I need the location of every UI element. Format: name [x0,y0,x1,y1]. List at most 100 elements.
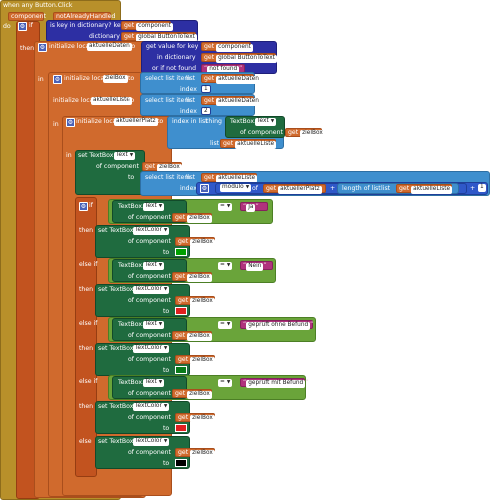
of-label: of [252,185,258,192]
else-label: else [79,438,92,445]
then-label: then [79,345,94,352]
get-zielbox[interactable]: get zielBox [175,413,215,423]
get-aktuelledaten[interactable]: get aktuelleDaten [201,74,261,84]
var-aktuelleliste[interactable]: aktuelleListe [91,97,132,105]
var-zielbox[interactable]: zielBox [103,75,128,83]
text-property[interactable]: Text ▼ [143,379,165,387]
list-label: list [186,174,196,181]
text-property[interactable]: Text ▼ [255,118,277,126]
chevron-down-icon: ▼ [226,380,231,385]
gear-icon[interactable]: ⚙ [200,184,209,193]
var-aktuelledaten[interactable]: aktuelleDaten [87,43,132,51]
get-zielbox[interactable]: get zielBox [172,213,212,223]
textcolor-property[interactable]: TextColor ▼ [133,403,170,411]
gear-icon[interactable]: ⚙ [66,118,75,127]
in-label: in [38,76,44,83]
else-if-label: else if [79,320,98,327]
index-label: index [180,86,197,93]
get-zielbox[interactable]: get zielBox [175,355,215,365]
equals-dropdown[interactable]: = ▼ [218,203,233,211]
to-label: to [163,460,170,467]
if-label: if [89,202,93,209]
get-aktuellerplatz[interactable]: get aktuellerPlatz [263,184,326,194]
do-label: do [3,23,11,30]
key-check-label: is key in dictionary? key [50,22,125,29]
equals-dropdown[interactable]: = ▼ [218,262,233,270]
list-label: list [186,97,196,104]
string-ja[interactable]: “Ja” [240,202,268,212]
string-ohne-befund[interactable]: “geprüft ohne Befund” [240,320,313,330]
get-zielbox[interactable]: get zielBox [285,128,325,138]
get-zielbox[interactable]: get zielBox [175,448,215,458]
textcolor-property[interactable]: TextColor ▼ [133,286,170,294]
text-property[interactable]: Text ▼ [114,152,136,160]
get-component[interactable]: get component [121,21,173,31]
if-elseif-block[interactable] [75,197,97,477]
select-item-label: select list item [145,75,191,82]
get-zielbox[interactable]: get zielBox [172,272,212,282]
textcolor-property[interactable]: TextColor ▼ [133,438,170,446]
gear-icon[interactable]: ⚙ [79,202,88,211]
of-component-label: of component [96,163,139,170]
param-component[interactable]: component [8,12,46,21]
chevron-down-icon: ▼ [163,287,168,292]
get-aktuelleliste[interactable]: get aktuelleListe [201,173,258,183]
color-green[interactable] [175,248,187,256]
get-global-btn[interactable]: get global ButtonToText [121,32,197,42]
get-component-2[interactable]: get component [201,42,253,52]
gear-icon[interactable]: ⚙ [18,22,27,31]
dictionary-label: dictionary [89,33,120,40]
chevron-down-icon: ▼ [163,346,168,351]
textcolor-property[interactable]: TextColor ▼ [133,345,170,353]
set-textbox-label: set TextBox. [98,438,136,445]
get-zielbox[interactable]: get zielBox [172,389,212,399]
color-red[interactable] [175,307,187,315]
get-zielbox[interactable]: get zielBox [172,331,212,341]
color-red[interactable] [175,424,187,432]
textbox-label: TextBox. [118,262,144,269]
text-property[interactable]: Text ▼ [143,321,165,329]
init-local-label: initialize local [53,97,96,104]
equals-dropdown[interactable]: = ▼ [218,379,233,387]
get-global-btn-2[interactable]: get global ButtonToText [201,53,277,63]
equals-dropdown[interactable]: = ▼ [218,321,233,329]
get-aktuelleliste[interactable]: get aktuelleListe [220,139,277,149]
length-of-list-label: length of list [342,185,381,192]
modulo-dropdown[interactable]: modulo ▼ [220,184,252,192]
to-label: to [163,308,170,315]
textcolor-property[interactable]: TextColor ▼ [133,227,170,235]
to-label: to [163,367,170,374]
get-zielbox[interactable]: get zielBox [175,237,215,247]
textbox-label: TextBox. [118,379,144,386]
then-label: then [79,227,94,234]
color-dark-green[interactable] [175,366,187,374]
text-property[interactable]: Text ▼ [143,262,165,270]
string-nein[interactable]: “Nein” [240,261,273,271]
to-label: to [163,249,170,256]
chevron-down-icon: ▼ [129,153,134,158]
get-aktuelleliste[interactable]: get aktuelleListe [396,184,453,194]
color-black[interactable] [175,459,187,467]
get-aktuelledaten-2[interactable]: get aktuelleDaten [201,96,261,106]
else-if-label: else if [79,261,98,268]
event-title: when any Button.Click [3,2,73,9]
in-dictionary-label: in dictionary [157,54,196,61]
gear-icon[interactable]: ⚙ [38,43,47,52]
index-2[interactable]: 2 [201,107,211,115]
index-1[interactable]: 1 [201,85,211,93]
chevron-down-icon: ▼ [158,204,163,209]
get-zielbox[interactable]: get zielBox [175,296,215,306]
textbox-label: TextBox. [230,118,256,125]
string-mit-befund[interactable]: “geprüft mit Befund” [240,378,308,388]
chevron-down-icon: ▼ [163,439,168,444]
else-if-label: else if [79,378,98,385]
of-component-label: of component [128,238,171,245]
plus-label: + [330,185,336,192]
var-aktuellerplatz[interactable]: aktuellerPlatz [114,118,158,126]
then-label: then [79,286,94,293]
text-property[interactable]: Text ▼ [143,203,165,211]
gear-icon[interactable]: ⚙ [53,75,62,84]
number-1[interactable]: 1 [478,184,486,192]
get-zielbox[interactable]: get zielBox [142,162,182,172]
of-component-label: of component [128,356,171,363]
